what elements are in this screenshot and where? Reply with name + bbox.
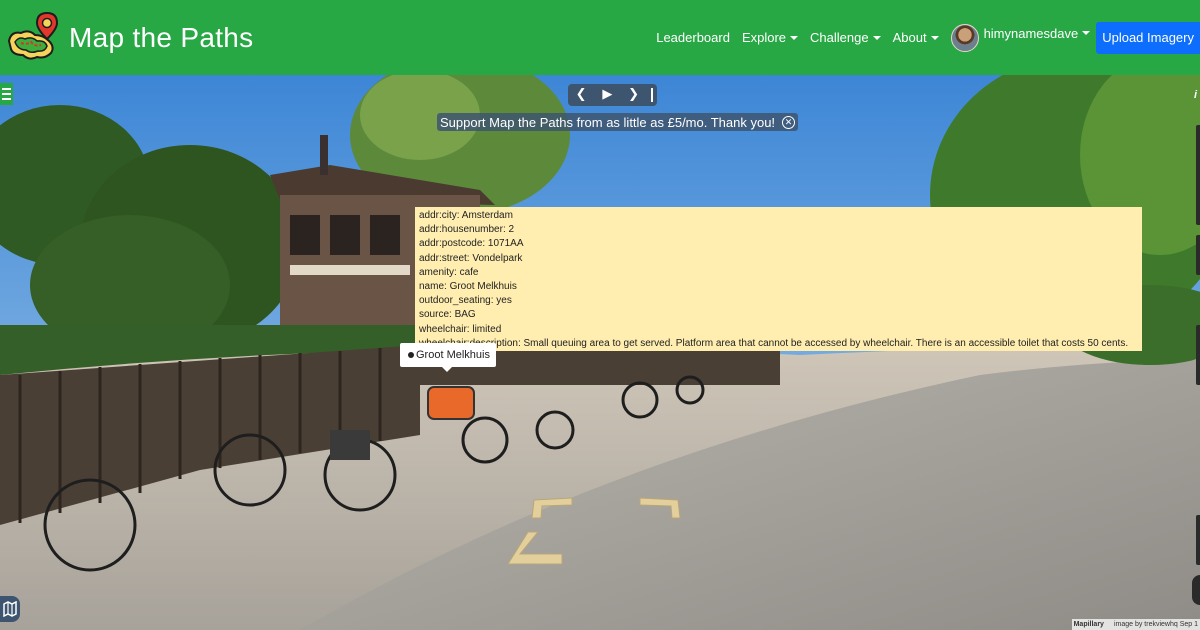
tag-line: wheelchair: limited — [419, 323, 502, 335]
poi-marker-label[interactable]: Groot Melkhuis — [400, 343, 496, 372]
tag-line: outdoor_seating: yes — [419, 295, 512, 307]
close-banner-icon[interactable]: ✕ — [782, 115, 796, 129]
play-button[interactable]: ▶ — [598, 84, 616, 106]
nav-links: Leaderboard Explore Challenge About himy… — [656, 0, 1200, 75]
tag-line: wheelchair:description: Small queuing ar… — [419, 337, 1129, 349]
user-menu-dropdown[interactable]: himynamesdave — [950, 23, 1091, 52]
upload-imagery-button[interactable]: Upload Imagery — [1096, 21, 1200, 54]
poi-dot-icon — [408, 352, 414, 358]
tag-line: name: Groot Melkhuis — [419, 281, 517, 293]
caret-down-icon — [790, 35, 799, 40]
user-avatar — [950, 23, 979, 52]
top-navbar: Map the Paths Leaderboard Explore Challe… — [0, 0, 1200, 75]
tag-line: amenity: cafe — [419, 266, 479, 278]
tag-line: addr:housenumber: 2 — [419, 224, 515, 236]
image-credit: image by trekviewhq Sep 1 — [1113, 621, 1198, 628]
playback-speed-handle[interactable] — [650, 88, 653, 102]
next-image-button[interactable]: ❯ — [625, 84, 643, 106]
upload-imagery-label: Upload Imagery — [1102, 30, 1194, 45]
street-view-viewer[interactable]: ❮ ▶ ❯ Support Map the Paths from as litt… — [0, 75, 1200, 630]
nav-challenge-label: Challenge — [810, 30, 869, 45]
tag-line: addr:street: Vondelpark — [419, 252, 523, 264]
hamburger-icon-bar — [2, 87, 11, 90]
poi-name: Groot Melkhuis — [416, 349, 490, 361]
nav-leaderboard-link[interactable]: Leaderboard — [656, 30, 730, 45]
nav-explore-dropdown[interactable]: Explore — [741, 30, 799, 45]
support-banner: Support Map the Paths from as little as … — [437, 113, 799, 131]
sequence-controls: ❮ ▶ ❯ — [568, 84, 657, 106]
tag-line: addr:postcode: 1071AA — [419, 238, 524, 250]
viewer-side-control[interactable] — [1196, 125, 1200, 225]
navigate-left-forward-arrow-icon[interactable] — [528, 496, 576, 520]
tag-line: addr:city: Amsterdam — [419, 210, 513, 221]
map-toggle-button[interactable] — [0, 596, 20, 622]
panorama-image — [0, 75, 1200, 630]
nav-about-dropdown[interactable]: About — [893, 30, 939, 45]
navigate-back-arrow-icon[interactable] — [504, 530, 566, 568]
tag-line: source: BAG — [419, 309, 476, 321]
info-icon[interactable]: i — [1194, 89, 1200, 103]
support-banner-text: Support Map the Paths from as little as … — [440, 114, 776, 130]
navigate-right-forward-arrow-icon[interactable] — [638, 496, 684, 520]
nav-explore-label: Explore — [741, 30, 787, 45]
viewer-side-control[interactable] — [1196, 515, 1200, 565]
image-attribution[interactable]: Mapillary image by trekviewhq Sep 1 — [1071, 619, 1200, 630]
map-pin-logo-icon — [7, 11, 59, 60]
nav-about-label: About — [892, 30, 927, 45]
sidebar-toggle-button[interactable] — [0, 83, 13, 105]
hamburger-icon-bar — [2, 92, 11, 95]
nav-leaderboard-label: Leaderboard — [656, 30, 730, 45]
map-icon — [3, 601, 17, 617]
nav-challenge-dropdown[interactable]: Challenge — [810, 30, 881, 45]
brand-title: Map the Paths — [69, 21, 254, 53]
viewer-side-control[interactable] — [1196, 325, 1200, 385]
caret-down-icon — [872, 35, 881, 40]
compass-icon[interactable] — [1192, 575, 1200, 605]
brand-home-link[interactable]: Map the Paths — [5, 0, 253, 75]
mapillary-attribution: Mapillary — [1073, 621, 1104, 628]
osm-tags-popup: addr:city: Amsterdam addr:housenumber: 2… — [415, 207, 1142, 351]
caret-down-icon — [1082, 30, 1091, 35]
viewer-side-control[interactable] — [1196, 235, 1200, 275]
previous-image-button[interactable]: ❮ — [572, 84, 590, 106]
username-label: himynamesdave — [983, 25, 1079, 41]
caret-down-icon — [930, 35, 939, 40]
hamburger-icon-bar — [2, 98, 11, 101]
